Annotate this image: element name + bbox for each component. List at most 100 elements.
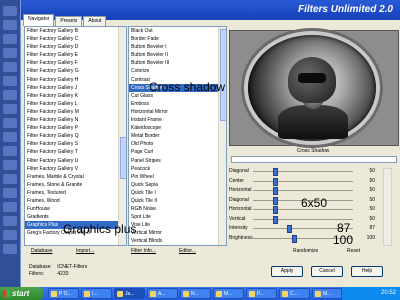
category-item[interactable]: Gradients xyxy=(25,213,126,221)
slider-track[interactable] xyxy=(253,190,353,191)
filter-item[interactable]: Vise Lite xyxy=(129,221,226,229)
category-scrollbar[interactable] xyxy=(118,27,126,245)
slider-thumb[interactable] xyxy=(272,215,278,224)
parameter-slider[interactable]: Horizontal 50 xyxy=(227,187,379,195)
tool-icon[interactable] xyxy=(3,174,17,184)
filter-item[interactable]: Metal Border xyxy=(129,132,226,140)
category-item[interactable]: Filter Factory Gallery V xyxy=(25,165,126,173)
category-item[interactable]: Filter Factory Gallery L xyxy=(25,100,126,108)
category-item[interactable]: Frames, Wood xyxy=(25,197,126,205)
tool-icon[interactable] xyxy=(3,76,17,86)
slider-thumb[interactable] xyxy=(287,225,293,233)
slider-thumb[interactable] xyxy=(272,177,278,186)
taskbar-button[interactable]: A... xyxy=(147,288,178,299)
tool-icon[interactable] xyxy=(3,20,17,30)
taskbar-button[interactable]: M... xyxy=(312,288,343,299)
parameter-slider[interactable]: Vertical 50 xyxy=(227,215,379,224)
category-item[interactable]: Filter Factory Gallery F xyxy=(25,59,126,67)
parameter-slider[interactable]: Intensity 87 xyxy=(227,225,379,233)
taskbar-button[interactable]: C... xyxy=(279,288,310,299)
import-button[interactable]: Import... xyxy=(76,248,94,254)
category-item[interactable]: FunHouse xyxy=(25,205,126,213)
filter-item[interactable]: Panel Stripes xyxy=(129,157,226,165)
slider-thumb[interactable] xyxy=(272,187,278,195)
tool-icon[interactable] xyxy=(3,118,17,128)
category-item[interactable]: Filter Factory Gallery J xyxy=(25,84,126,92)
filter-item[interactable]: Old Photo xyxy=(129,140,226,148)
slider-thumb[interactable] xyxy=(272,206,278,214)
database-button[interactable]: Database xyxy=(31,248,52,254)
category-item[interactable]: Frames, Textured xyxy=(25,189,126,197)
category-item[interactable]: Filter Factory Gallery M xyxy=(25,108,126,116)
filter-item[interactable]: Kaleidoscope xyxy=(129,124,226,132)
filter-item[interactable]: Colorize xyxy=(129,67,226,75)
tool-icon[interactable] xyxy=(3,244,17,254)
taskbar-button[interactable]: P O... xyxy=(48,288,79,299)
slider-thumb[interactable] xyxy=(272,196,278,205)
cancel-button[interactable]: Cancel xyxy=(311,266,343,277)
filter-item[interactable]: Button Beveler I xyxy=(129,43,226,51)
category-item[interactable]: Filter Factory Gallery D xyxy=(25,43,126,51)
filter-scrollbar[interactable] xyxy=(218,27,226,245)
tool-icon[interactable] xyxy=(3,216,17,226)
taskbar-button[interactable]: N... xyxy=(180,288,211,299)
filter-item[interactable]: Border Fade xyxy=(129,35,226,43)
tool-icon[interactable] xyxy=(3,230,17,240)
tool-icon[interactable] xyxy=(3,104,17,114)
category-item[interactable]: Filter Factory Gallery B xyxy=(25,27,126,35)
reset-button[interactable]: Reset xyxy=(347,248,360,254)
filter-list[interactable]: Black Out Border Fade Button Beveler I Butt… xyxy=(128,26,227,246)
tool-icon[interactable] xyxy=(3,6,17,16)
parameter-slider[interactable]: Brightness 100 xyxy=(227,234,379,243)
slider-track[interactable] xyxy=(253,180,353,182)
filter-item[interactable]: Horizontal Mirror xyxy=(129,108,226,116)
category-item[interactable]: Filter Factory Gallery G xyxy=(25,67,126,75)
category-scroll-thumb[interactable] xyxy=(120,137,126,179)
filter-info-button[interactable]: Filter Info... xyxy=(131,248,156,254)
start-button[interactable]: start xyxy=(0,287,44,300)
category-item[interactable]: Filter Factory Gallery Q xyxy=(25,132,126,140)
parameter-scrollbar[interactable] xyxy=(383,168,392,246)
tool-icon[interactable] xyxy=(3,90,17,100)
tool-icon[interactable] xyxy=(3,160,17,170)
tool-icon[interactable] xyxy=(3,48,17,58)
category-item[interactable]: Filter Factory Gallery P xyxy=(25,124,126,132)
category-item[interactable]: Frames, Marble & Crystal xyxy=(25,173,126,181)
slider-track[interactable] xyxy=(253,171,353,172)
category-list[interactable]: Filter Factory Gallery B Filter Factory G… xyxy=(24,26,127,246)
help-button[interactable]: Help xyxy=(351,266,383,277)
preview-area[interactable] xyxy=(229,30,399,146)
taskbar-button[interactable]: P... xyxy=(246,288,277,299)
filter-item[interactable]: Peacock xyxy=(129,165,226,173)
filter-item[interactable]: Instant Frame xyxy=(129,116,226,124)
filter-item[interactable]: Button Beveler III xyxy=(129,59,226,67)
filter-item[interactable]: Pin Wheel xyxy=(129,173,226,181)
taskbar-button[interactable]: Ja... xyxy=(114,288,145,299)
filter-item[interactable]: Vertical Mirror xyxy=(129,229,226,237)
taskbar-button[interactable]: I... xyxy=(81,288,112,299)
category-item[interactable]: Filter Factory Gallery U xyxy=(25,157,126,165)
tab-about[interactable]: About xyxy=(83,16,107,26)
slider-track[interactable] xyxy=(253,218,353,220)
filter-item[interactable]: Button Beveler II xyxy=(129,51,226,59)
parameter-slider[interactable]: Diagonal 50 xyxy=(227,168,379,176)
category-item[interactable]: Filter Factory Gallery K xyxy=(25,92,126,100)
tool-icon[interactable] xyxy=(3,132,17,142)
slider-thumb[interactable] xyxy=(272,168,278,176)
slider-thumb[interactable] xyxy=(292,234,298,243)
taskbar-button[interactable]: M... xyxy=(213,288,244,299)
filter-item[interactable]: Page Curl xyxy=(129,148,226,156)
category-item[interactable]: Filter Factory Gallery N xyxy=(25,116,126,124)
category-item[interactable]: Filter Factory Gallery S xyxy=(25,140,126,148)
category-item[interactable]: Filter Factory Gallery C xyxy=(25,35,126,43)
filter-item[interactable]: Quick Tile II xyxy=(129,197,226,205)
category-item[interactable]: Filter Factory Gallery H xyxy=(25,76,126,84)
filter-item[interactable]: RGB Noise xyxy=(129,205,226,213)
filter-item[interactable]: Vertical Blinds xyxy=(129,237,226,245)
filter-scroll-thumb[interactable] xyxy=(220,29,226,121)
category-item[interactable]: Filter Factory Gallery E xyxy=(25,51,126,59)
filter-item[interactable]: Quick Sepia xyxy=(129,181,226,189)
tool-icon[interactable] xyxy=(3,62,17,72)
tool-icon[interactable] xyxy=(3,146,17,156)
filter-item[interactable]: Emboss xyxy=(129,100,226,108)
